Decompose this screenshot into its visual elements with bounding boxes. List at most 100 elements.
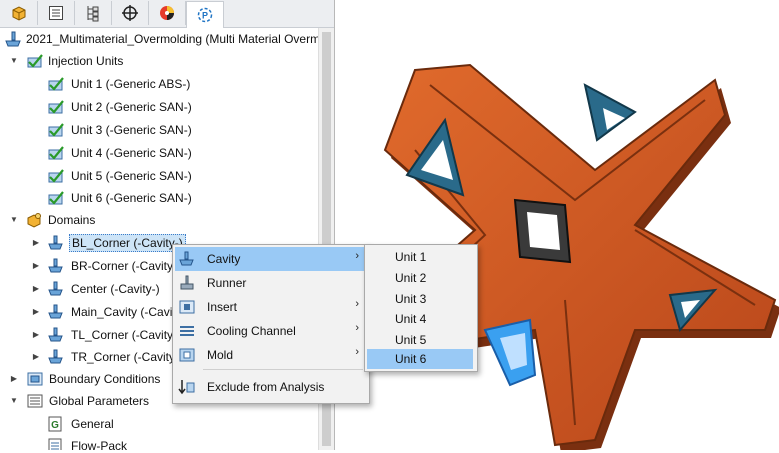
unit-check-icon: [47, 168, 65, 184]
tree-item-parameter[interactable]: G General: [0, 414, 318, 434]
cavity-domain-icon: [47, 258, 65, 274]
tab-dimxpert-manager[interactable]: [112, 1, 149, 25]
plastics-icon: P: [197, 7, 213, 23]
collapse-arrow-icon[interactable]: ▼: [9, 215, 19, 225]
menu-item-cavity[interactable]: Cavity ›: [175, 247, 367, 271]
menu-item-label: Exclude from Analysis: [207, 380, 325, 394]
part-icon: [12, 6, 26, 21]
menu-item-runner[interactable]: Runner: [175, 271, 367, 295]
menu-divider: [203, 369, 363, 370]
submenu-item-label: Unit 4: [395, 312, 427, 326]
expand-arrow-icon[interactable]: ▶: [31, 330, 41, 340]
mold-icon: [178, 347, 196, 363]
insert-icon: [178, 299, 196, 315]
tree-item-unit[interactable]: Unit 6 (-Generic SAN-): [0, 188, 318, 208]
tab-plastics-manager[interactable]: P: [186, 1, 224, 28]
cavity-domain-icon: [47, 349, 65, 365]
injection-units-label: Injection Units: [48, 54, 124, 68]
tree-item-unit[interactable]: Unit 2 (-Generic SAN-): [0, 97, 318, 117]
unit-check-icon: [47, 99, 65, 115]
submenu-arrow-icon: ›: [355, 298, 359, 310]
cavity-domain-icon: [47, 235, 65, 251]
tree-node-injection-units[interactable]: ▼ Injection Units: [0, 51, 318, 71]
domain-label: TL_Corner (-Cavity-): [71, 328, 182, 342]
tree-item-parameter[interactable]: Flow-Pack: [0, 436, 318, 450]
menu-item-insert[interactable]: Insert ›: [175, 295, 367, 319]
general-parameter-icon: G: [47, 416, 65, 432]
expand-arrow-icon[interactable]: ▶: [31, 352, 41, 362]
boundary-conditions-label: Boundary Conditions: [49, 372, 161, 386]
domain-label: TR_Corner (-Cavity-): [71, 350, 184, 364]
submenu-item-unit[interactable]: Unit 4: [367, 309, 473, 329]
submenu-item-unit[interactable]: Unit 5: [367, 330, 473, 350]
menu-item-mold[interactable]: Mold ›: [175, 343, 367, 367]
cavity-domain-icon: [47, 281, 65, 297]
crosshair-icon: [122, 5, 138, 21]
unit-check-icon: [47, 190, 65, 206]
boundary-conditions-icon: [26, 371, 44, 387]
flow-pack-icon: [47, 438, 65, 450]
collapse-arrow-icon[interactable]: ▼: [9, 56, 19, 66]
domain-label: BL_Corner (-Cavity-): [69, 234, 186, 252]
study-name: 2021_Multimaterial_Overmolding (Multi Ma…: [26, 32, 318, 46]
unit-label: Unit 5 (-Generic SAN-): [71, 169, 192, 183]
appearance-icon: [160, 6, 174, 20]
expand-arrow-icon[interactable]: ▶: [31, 261, 41, 271]
submenu-item-unit[interactable]: Unit 1: [367, 247, 473, 267]
submenu-arrow-icon: ›: [355, 346, 359, 358]
svg-text:G: G: [51, 420, 59, 431]
unit-label: Unit 4 (-Generic SAN-): [71, 146, 192, 160]
unit-label: Unit 6 (-Generic SAN-): [71, 191, 192, 205]
submenu-arrow-icon: ›: [355, 250, 359, 262]
expand-arrow-icon[interactable]: ▶: [31, 238, 41, 248]
tree-root[interactable]: 2021_Multimaterial_Overmolding (Multi Ma…: [0, 29, 318, 49]
unit-check-icon: [47, 145, 65, 161]
submenu-item-unit[interactable]: Unit 3: [367, 289, 473, 309]
menu-item-cooling-channel[interactable]: Cooling Channel ›: [175, 319, 367, 343]
unit-label: Unit 2 (-Generic SAN-): [71, 100, 192, 114]
config-icon: [87, 6, 99, 22]
submenu-item-label: Unit 6: [395, 352, 427, 366]
menu-item-exclude-from-analysis[interactable]: Exclude from Analysis: [175, 375, 367, 399]
submenu-item-unit[interactable]: Unit 2: [367, 268, 473, 288]
manager-tab-bar: P: [0, 0, 334, 28]
parameter-label: Flow-Pack: [71, 439, 128, 450]
unit-label: Unit 3 (-Generic SAN-): [71, 123, 192, 137]
submenu-item-label: Unit 5: [395, 333, 427, 347]
context-menu: Cavity › Runner Insert › Cooling Channel…: [172, 244, 370, 404]
tab-display-manager[interactable]: [149, 1, 186, 25]
tree-item-unit[interactable]: Unit 1 (-Generic ABS-): [0, 74, 318, 94]
expand-arrow-icon[interactable]: ▶: [31, 307, 41, 317]
domain-label: Center (-Cavity-): [71, 282, 160, 296]
expand-arrow-icon[interactable]: ▶: [31, 284, 41, 294]
expand-arrow-icon[interactable]: ▶: [9, 374, 19, 384]
tree-node-domains[interactable]: ▼ Domains: [0, 210, 318, 230]
tree-item-unit[interactable]: Unit 3 (-Generic SAN-): [0, 120, 318, 140]
domains-label: Domains: [48, 213, 96, 227]
part-model: [383, 63, 779, 453]
unit-label: Unit 1 (-Generic ABS-): [71, 77, 191, 91]
tab-property-manager[interactable]: [38, 1, 75, 25]
submenu-item-label: Unit 2: [395, 271, 427, 285]
svg-text:P: P: [202, 11, 208, 21]
domain-label: BR-Corner (-Cavity-): [71, 259, 182, 273]
menu-item-label: Mold: [207, 348, 234, 362]
tree-item-unit[interactable]: Unit 4 (-Generic SAN-): [0, 143, 318, 163]
menu-item-label: Cavity: [207, 252, 241, 266]
tree-item-unit[interactable]: Unit 5 (-Generic SAN-): [0, 166, 318, 186]
cavity-domain-icon: [47, 327, 65, 343]
study-icon: [4, 31, 22, 47]
collapse-arrow-icon[interactable]: ▼: [9, 396, 19, 406]
graphics-viewport[interactable]: [335, 0, 779, 453]
menu-item-label: Runner: [207, 276, 247, 290]
parameter-label: General: [71, 417, 114, 431]
submenu-arrow-icon: ›: [355, 322, 359, 334]
unit-check-icon: [47, 122, 65, 138]
global-parameters-icon: [26, 393, 44, 409]
tab-configuration-manager[interactable]: [75, 1, 112, 25]
domains-icon: [26, 212, 44, 228]
tab-feature-manager[interactable]: [1, 1, 38, 25]
submenu-item-unit-highlighted[interactable]: Unit 6: [367, 349, 473, 369]
unit-check-icon: [47, 76, 65, 92]
cooling-channel-icon: [178, 323, 196, 339]
